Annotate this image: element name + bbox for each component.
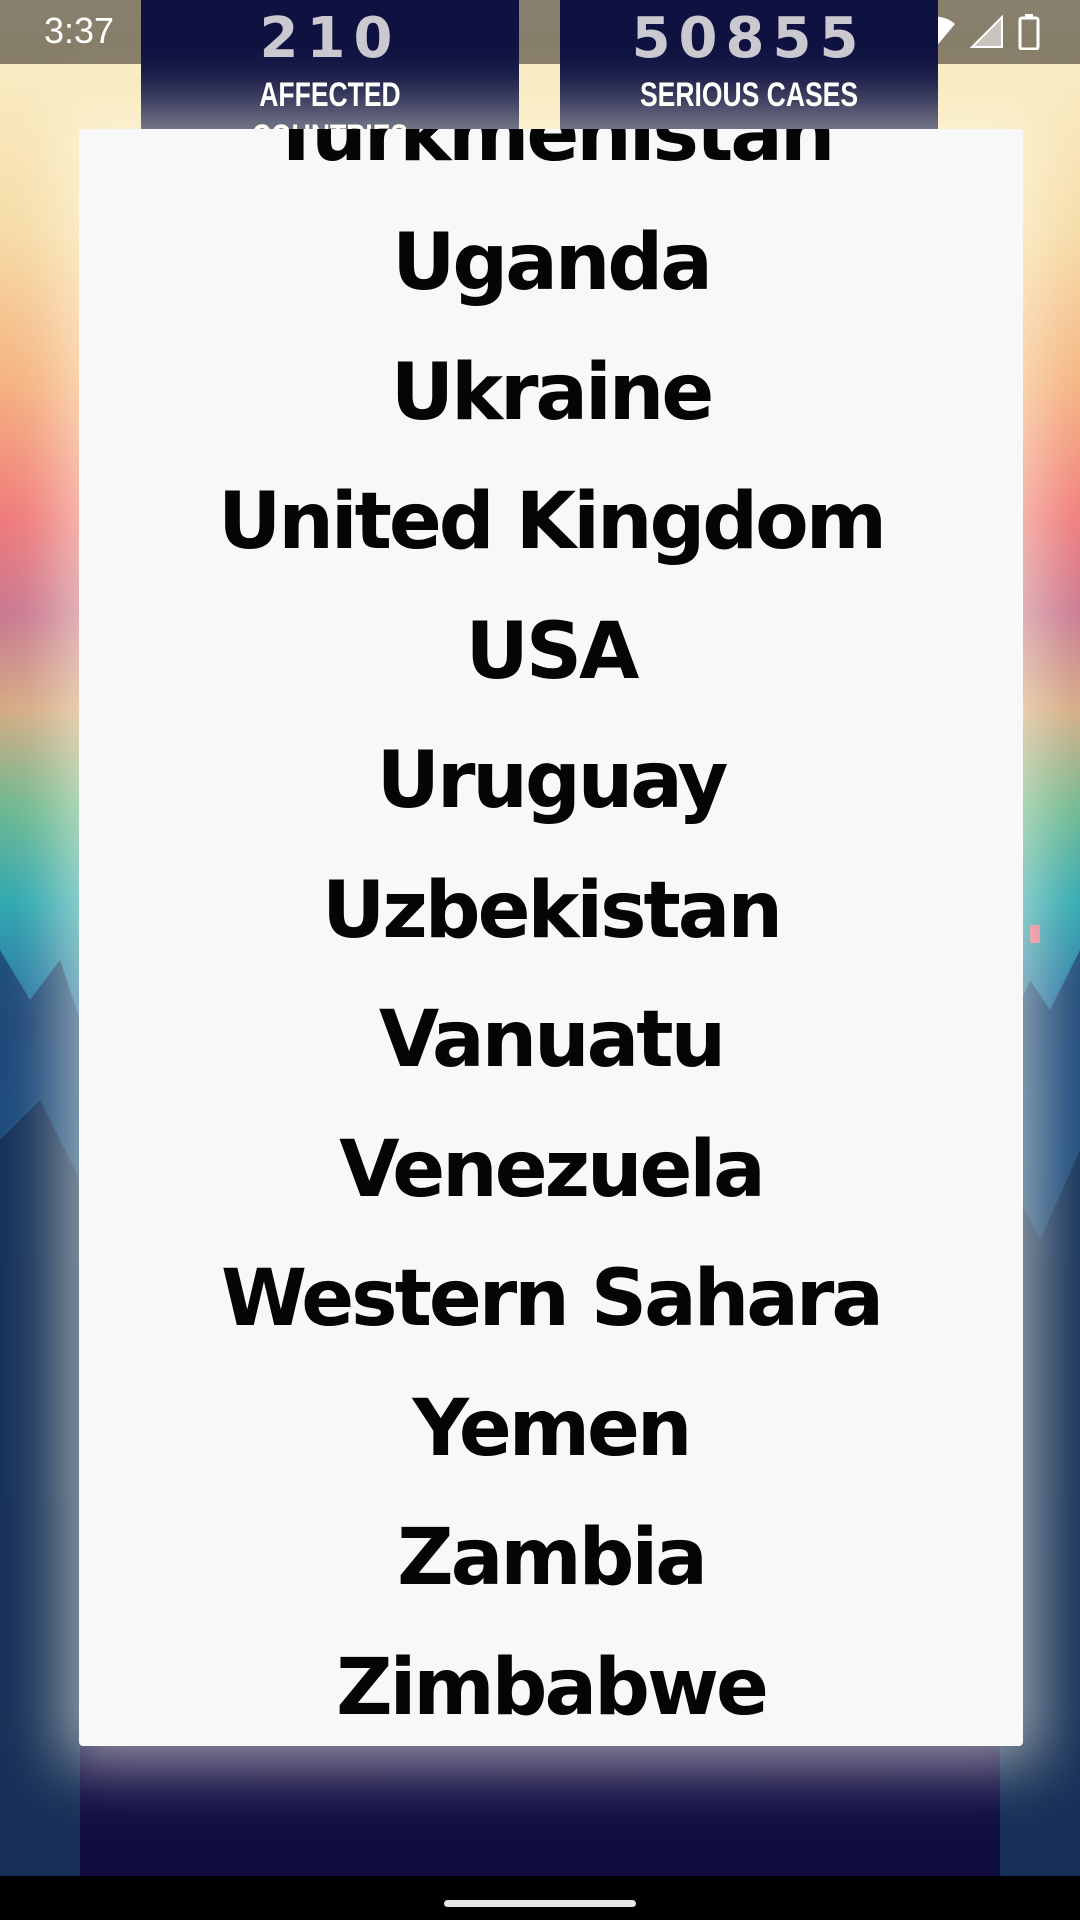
status-time: 3:37 <box>44 10 115 51</box>
country-item-western-sahara[interactable]: Western Sahara <box>79 1235 1023 1365</box>
country-item-zambia[interactable]: Zambia <box>79 1494 1023 1624</box>
country-item-usa[interactable]: USA <box>79 587 1023 717</box>
country-item-venezuela[interactable]: Venezuela <box>79 1105 1023 1235</box>
country-item-vanuatu[interactable]: Vanuatu <box>79 976 1023 1106</box>
affected-countries-value: 210 <box>259 6 401 71</box>
battery-icon <box>1018 14 1040 50</box>
country-list[interactable]: Turkmenistan Uganda Ukraine United Kingd… <box>79 129 1023 1746</box>
country-item-zimbabwe[interactable]: Zimbabwe <box>79 1623 1023 1746</box>
country-item-uruguay[interactable]: Uruguay <box>79 717 1023 847</box>
affected-countries-card: 210 AFFECTED COUNTRIES <box>141 0 519 156</box>
country-item-uzbekistan[interactable]: Uzbekistan <box>79 846 1023 976</box>
country-item-ukraine[interactable]: Ukraine <box>79 328 1023 458</box>
serious-cases-card: 50855 SERIOUS CASES <box>560 0 938 129</box>
cell-signal-icon <box>970 15 1003 48</box>
country-item-united-kingdom[interactable]: United Kingdom <box>79 458 1023 588</box>
home-gesture-handle[interactable] <box>444 1900 636 1907</box>
country-list-dialog[interactable]: Turkmenistan Uganda Ukraine United Kingd… <box>79 129 1023 1746</box>
country-item-turkmenistan[interactable]: Turkmenistan <box>79 129 1023 199</box>
country-item-yemen[interactable]: Yemen <box>79 1364 1023 1494</box>
serious-cases-value: 50855 <box>631 6 867 71</box>
country-item-uganda[interactable]: Uganda <box>79 199 1023 329</box>
app-screen: 3:37 210 AFFECTED CO <box>0 0 1080 1920</box>
serious-cases-label: SERIOUS CASES <box>639 76 859 114</box>
navigation-bar <box>0 1876 1080 1920</box>
